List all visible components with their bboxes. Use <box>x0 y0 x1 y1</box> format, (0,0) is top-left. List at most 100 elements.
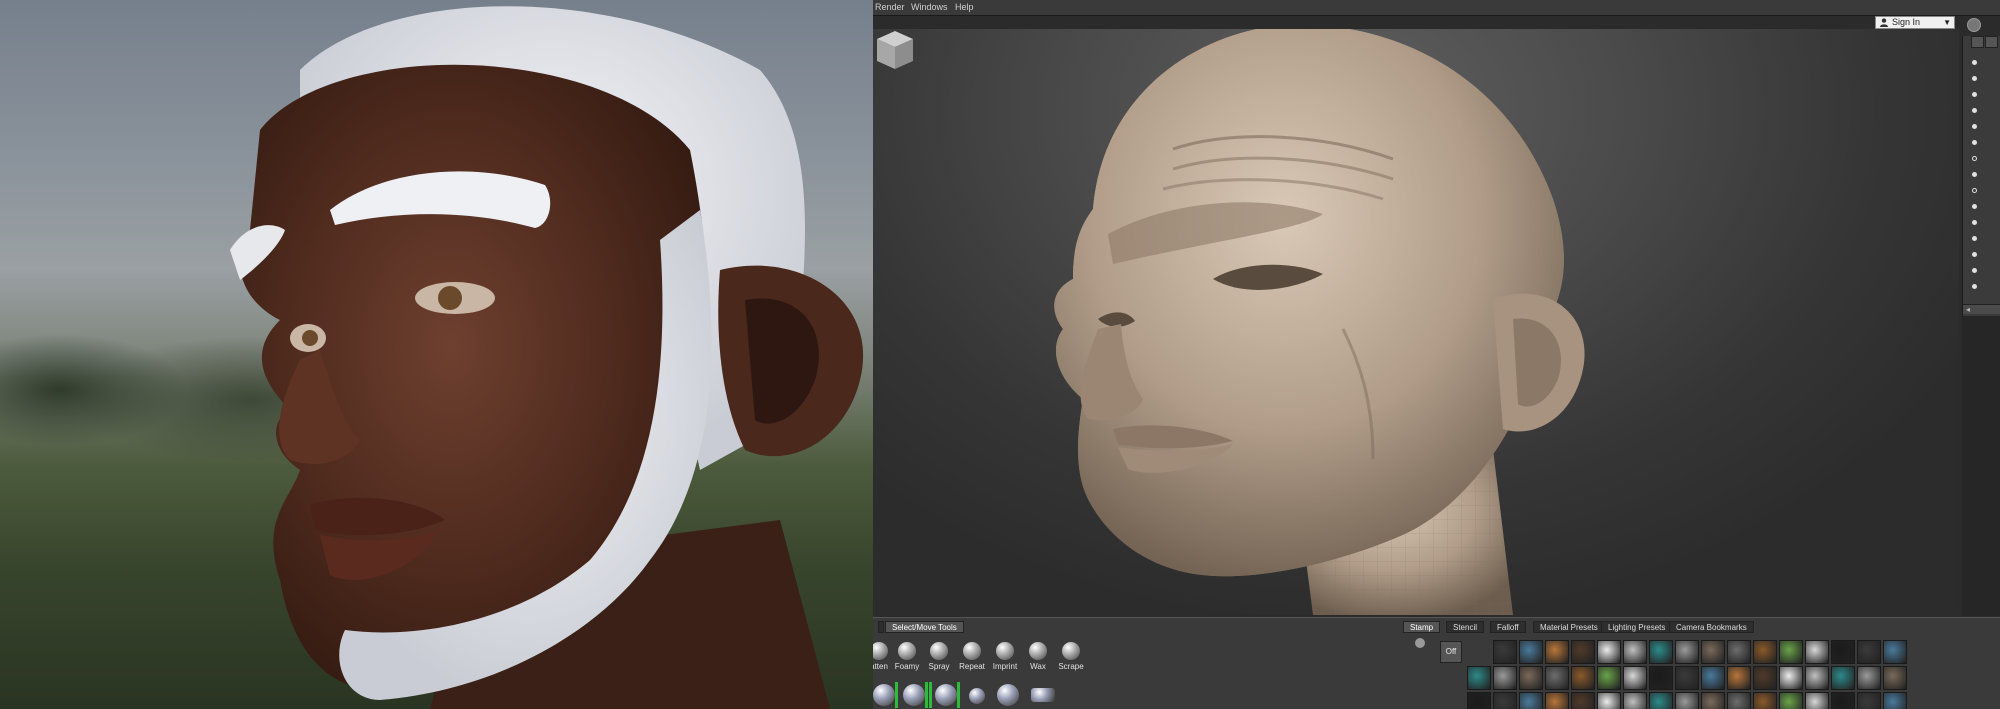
menu-render[interactable]: Render <box>875 2 905 12</box>
tab-camera-bookmarks[interactable]: Camera Bookmarks <box>1669 621 1754 633</box>
layer-visibility-dot[interactable] <box>1972 252 1977 257</box>
layer-visibility-dot[interactable] <box>1972 220 1977 225</box>
stamp-swatch[interactable] <box>1753 666 1777 690</box>
layer-visibility-dot[interactable] <box>1972 76 1977 81</box>
tab-lighting-presets[interactable]: Lighting Presets <box>1601 621 1673 633</box>
layer-visibility-dot[interactable] <box>1972 60 1977 65</box>
layer-visibility-dot[interactable] <box>1972 140 1977 145</box>
tool-imprint[interactable]: Imprint <box>987 642 1023 671</box>
help-circle-button[interactable] <box>1967 18 1981 32</box>
view-cube-icon[interactable] <box>873 29 917 71</box>
stamp-swatch[interactable] <box>1727 692 1751 709</box>
layer-visibility-dot[interactable] <box>1972 172 1977 177</box>
stamp-swatch[interactable] <box>1467 692 1491 709</box>
stamp-swatch[interactable] <box>1857 640 1881 664</box>
strip-scrollbar[interactable]: ◂ <box>1963 304 2000 314</box>
stamp-swatch[interactable] <box>1805 692 1829 709</box>
stamp-swatch[interactable] <box>1883 692 1907 709</box>
menu-windows[interactable]: Windows <box>911 2 948 12</box>
bottom-tray: Select/Move Tools atten Foamy Spray Repe… <box>873 617 2000 709</box>
tab-select-move-tools[interactable]: Select/Move Tools <box>885 621 964 633</box>
menu-help[interactable]: Help <box>955 2 974 12</box>
3d-viewport[interactable] <box>873 29 1959 615</box>
tool-wax[interactable]: Wax <box>1020 642 1056 671</box>
stamp-swatch[interactable] <box>1805 640 1829 664</box>
stamp-swatch[interactable] <box>1675 666 1699 690</box>
stamp-swatch[interactable] <box>1727 666 1751 690</box>
stamp-swatch[interactable] <box>1701 692 1725 709</box>
stamp-swatch[interactable] <box>1649 640 1673 664</box>
chevron-left-icon[interactable]: ◂ <box>1966 305 1970 314</box>
stamp-swatch[interactable] <box>1545 640 1569 664</box>
stamp-swatch[interactable] <box>1675 640 1699 664</box>
stamp-swatch[interactable] <box>1571 666 1595 690</box>
tab-falloff[interactable]: Falloff <box>1490 621 1526 633</box>
eye-tab[interactable] <box>1971 36 1984 48</box>
tool-spray[interactable]: Spray <box>921 642 957 671</box>
stamp-swatch[interactable] <box>1675 692 1699 709</box>
layer-visibility-dot[interactable] <box>1972 108 1977 113</box>
stamp-swatch[interactable] <box>1701 640 1725 664</box>
stamp-swatch[interactable] <box>1545 666 1569 690</box>
stamp-swatch[interactable] <box>1857 666 1881 690</box>
tool-row2-brush[interactable] <box>903 684 925 706</box>
layer-visibility-dot[interactable] <box>1972 284 1977 289</box>
layer-visibility-dot[interactable] <box>1972 204 1977 209</box>
stamp-swatch[interactable] <box>1519 666 1543 690</box>
stamp-swatch[interactable] <box>1779 666 1803 690</box>
stamp-off-button[interactable]: Off <box>1440 641 1462 663</box>
stamp-swatch[interactable] <box>1831 666 1855 690</box>
stamp-swatch[interactable] <box>1623 692 1647 709</box>
stamp-swatch[interactable] <box>1727 640 1751 664</box>
stamp-swatch[interactable] <box>1493 692 1517 709</box>
layer-visibility-dot[interactable] <box>1972 92 1977 97</box>
stamp-swatch[interactable] <box>1753 692 1777 709</box>
stamp-swatch[interactable] <box>1519 640 1543 664</box>
tab-stencil[interactable]: Stencil <box>1446 621 1485 633</box>
tool-repeat[interactable]: Repeat <box>954 642 990 671</box>
tool-foamy[interactable]: Foamy <box>889 642 925 671</box>
tab-stub[interactable] <box>878 621 884 633</box>
stamp-swatch[interactable] <box>1883 640 1907 664</box>
stamp-swatch[interactable] <box>1857 692 1881 709</box>
tool-scrape[interactable]: Scrape <box>1053 642 1089 671</box>
tool-row2-brush[interactable] <box>935 684 957 706</box>
stamp-swatch[interactable] <box>1493 640 1517 664</box>
stamp-swatch[interactable] <box>1571 640 1595 664</box>
stamp-swatch[interactable] <box>1545 692 1569 709</box>
stamp-swatch[interactable] <box>1467 666 1491 690</box>
stamp-swatch[interactable] <box>1779 692 1803 709</box>
layer-visibility-dot[interactable] <box>1972 236 1977 241</box>
tab-material-presets[interactable]: Material Presets <box>1533 621 1605 633</box>
stamp-swatch[interactable] <box>1623 640 1647 664</box>
stamp-swatch[interactable] <box>1701 666 1725 690</box>
tool-row2-brush[interactable] <box>873 684 895 706</box>
stamp-swatch[interactable] <box>1805 666 1829 690</box>
sign-in-dropdown[interactable]: Sign In ▼ <box>1875 16 1955 29</box>
stamp-swatch[interactable] <box>1649 666 1673 690</box>
stamp-swatch[interactable] <box>1623 666 1647 690</box>
stamp-swatch[interactable] <box>1597 692 1621 709</box>
gear-icon[interactable] <box>1415 638 1425 648</box>
tab-stamp[interactable]: Stamp <box>1403 621 1441 633</box>
stamp-swatch[interactable] <box>1519 692 1543 709</box>
tool-row2-sphere[interactable] <box>969 688 985 704</box>
stamp-swatch[interactable] <box>1597 666 1621 690</box>
stamp-swatch[interactable] <box>1831 692 1855 709</box>
stamp-swatch[interactable] <box>1597 640 1621 664</box>
stamp-swatch[interactable] <box>1779 640 1803 664</box>
tool-row2-camera[interactable] <box>1031 688 1055 702</box>
tool-label: Spray <box>928 662 950 671</box>
stamp-swatch[interactable] <box>1571 692 1595 709</box>
tool-row2-grab[interactable] <box>997 684 1019 706</box>
stamp-swatch[interactable] <box>1883 666 1907 690</box>
layer-visibility-dot[interactable] <box>1972 268 1977 273</box>
layers-tab[interactable] <box>1985 36 1998 48</box>
stamp-swatch[interactable] <box>1831 640 1855 664</box>
layer-visibility-dot[interactable] <box>1972 188 1977 193</box>
stamp-swatch[interactable] <box>1493 666 1517 690</box>
layer-visibility-dot[interactable] <box>1972 124 1977 129</box>
stamp-swatch[interactable] <box>1649 692 1673 709</box>
layer-visibility-dot[interactable] <box>1972 156 1977 161</box>
stamp-swatch[interactable] <box>1753 640 1777 664</box>
